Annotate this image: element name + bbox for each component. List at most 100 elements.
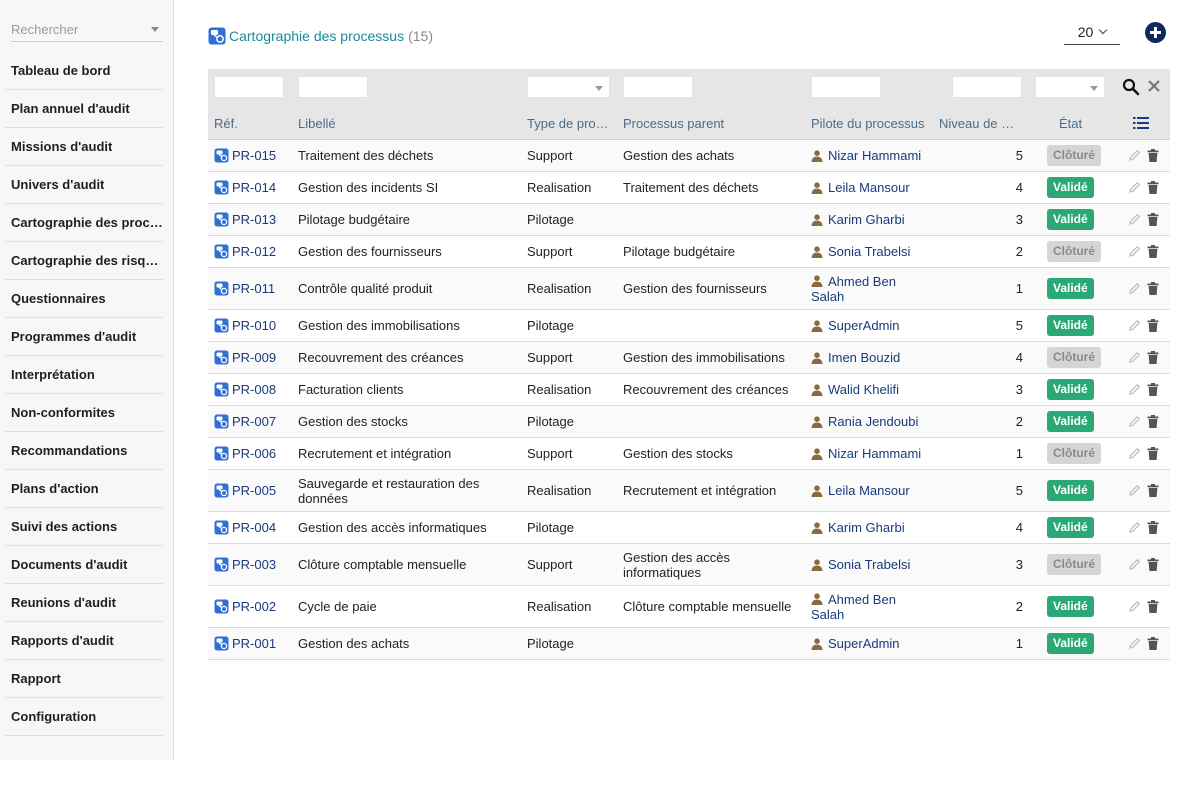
add-button[interactable]	[1145, 22, 1166, 43]
col-parent[interactable]: Processus parent	[623, 116, 773, 131]
pilote-link[interactable]: Leila Mansour	[828, 483, 910, 498]
trash-icon[interactable]	[1147, 484, 1159, 497]
table-row[interactable]: PR-001 Gestion des achats Pilotage SuperAdm…	[208, 628, 1170, 660]
sidebar-item[interactable]: Univers d'audit	[5, 166, 163, 204]
table-row[interactable]: PR-005 Sauvegarde et restauration des don…	[208, 470, 1170, 512]
trash-icon[interactable]	[1147, 282, 1159, 295]
filter-parent[interactable]	[623, 76, 693, 98]
ref-link[interactable]: PR-014	[232, 180, 276, 195]
col-pilote[interactable]: Pilote du processus	[811, 116, 931, 131]
ref-link[interactable]: PR-005	[232, 483, 276, 498]
pencil-icon[interactable]	[1128, 319, 1141, 332]
pilote-link[interactable]: Nizar Hammami	[828, 446, 921, 461]
pilote-link[interactable]: Walid Khelifi	[828, 382, 899, 397]
chevron-down-icon[interactable]	[151, 27, 159, 32]
filter-niveau[interactable]	[952, 76, 1022, 98]
trash-icon[interactable]	[1147, 521, 1159, 534]
pencil-icon[interactable]	[1128, 351, 1141, 364]
col-niveau[interactable]: Niveau de maturité	[939, 116, 1023, 131]
pencil-icon[interactable]	[1128, 637, 1141, 650]
pencil-icon[interactable]	[1128, 600, 1141, 613]
pencil-icon[interactable]	[1128, 383, 1141, 396]
table-row[interactable]: PR-003 Clôture comptable mensuelle Support…	[208, 544, 1170, 586]
sidebar-item[interactable]: Recommandations	[5, 432, 163, 470]
col-libelle[interactable]: Libellé	[298, 116, 498, 131]
trash-icon[interactable]	[1147, 319, 1159, 332]
sidebar-item[interactable]: Missions d'audit	[5, 128, 163, 166]
table-row[interactable]: PR-011 Contrôle qualité produit Realisatio…	[208, 268, 1170, 310]
search-icon[interactable]	[1122, 78, 1140, 96]
pilote-link[interactable]: Leila Mansour	[828, 180, 910, 195]
table-row[interactable]: PR-008 Facturation clients Realisation Reco…	[208, 374, 1170, 406]
table-row[interactable]: PR-013 Pilotage budgétaire Pilotage Karim G…	[208, 204, 1170, 236]
pencil-icon[interactable]	[1128, 149, 1141, 162]
ref-link[interactable]: PR-008	[232, 382, 276, 397]
pencil-icon[interactable]	[1128, 282, 1141, 295]
sidebar-item[interactable]: Rapports d'audit	[5, 622, 163, 660]
ref-link[interactable]: PR-006	[232, 446, 276, 461]
trash-icon[interactable]	[1147, 351, 1159, 364]
pencil-icon[interactable]	[1128, 415, 1141, 428]
pencil-icon[interactable]	[1128, 558, 1141, 571]
table-row[interactable]: PR-012 Gestion des fournisseurs Support Pil…	[208, 236, 1170, 268]
trash-icon[interactable]	[1147, 245, 1159, 258]
col-etat[interactable]: État	[1059, 116, 1099, 131]
filter-etat[interactable]	[1035, 76, 1105, 98]
filter-ref[interactable]	[214, 76, 284, 98]
trash-icon[interactable]	[1147, 637, 1159, 650]
pencil-icon[interactable]	[1128, 521, 1141, 534]
ref-link[interactable]: PR-015	[232, 148, 276, 163]
ref-link[interactable]: PR-013	[232, 212, 276, 227]
sidebar-item[interactable]: Tableau de bord	[5, 52, 163, 90]
sidebar-item[interactable]: Non-conformites	[5, 394, 163, 432]
trash-icon[interactable]	[1147, 447, 1159, 460]
sidebar-item[interactable]: Cartographie des risques	[5, 242, 163, 280]
col-ref[interactable]: Réf.	[214, 116, 274, 131]
pilote-link[interactable]: Sonia Trabelsi	[828, 244, 910, 259]
sidebar-item[interactable]: Cartographie des processus	[5, 204, 163, 242]
table-row[interactable]: PR-002 Cycle de paie Realisation Clôture co…	[208, 586, 1170, 628]
sidebar-item[interactable]: Configuration	[5, 698, 163, 736]
pilote-link[interactable]: Sonia Trabelsi	[828, 557, 910, 572]
trash-icon[interactable]	[1147, 383, 1159, 396]
sidebar-search[interactable]	[11, 18, 163, 42]
pilote-link[interactable]: SuperAdmin	[828, 318, 900, 333]
pencil-icon[interactable]	[1128, 484, 1141, 497]
sidebar-item[interactable]: Interprétation	[5, 356, 163, 394]
sidebar-item[interactable]: Questionnaires	[5, 280, 163, 318]
pencil-icon[interactable]	[1128, 181, 1141, 194]
sidebar-item[interactable]: Programmes d'audit	[5, 318, 163, 356]
table-row[interactable]: PR-009 Recouvrement des créances Support Ge…	[208, 342, 1170, 374]
sidebar-item[interactable]: Plan annuel d'audit	[5, 90, 163, 128]
trash-icon[interactable]	[1147, 181, 1159, 194]
table-row[interactable]: PR-007 Gestion des stocks Pilotage Rania Je…	[208, 406, 1170, 438]
trash-icon[interactable]	[1147, 600, 1159, 613]
ref-link[interactable]: PR-001	[232, 636, 276, 651]
list-columns-icon[interactable]	[1133, 116, 1149, 130]
table-row[interactable]: PR-014 Gestion des incidents SI Realisatio…	[208, 172, 1170, 204]
pilote-link[interactable]: Karim Gharbi	[828, 212, 905, 227]
search-input[interactable]	[11, 18, 163, 40]
pilote-link[interactable]: Ahmed Ben Salah	[811, 274, 906, 304]
pilote-link[interactable]: Karim Gharbi	[828, 520, 905, 535]
close-icon[interactable]	[1147, 79, 1161, 93]
ref-link[interactable]: PR-007	[232, 414, 276, 429]
trash-icon[interactable]	[1147, 415, 1159, 428]
trash-icon[interactable]	[1147, 558, 1159, 571]
col-type[interactable]: Type de processus	[527, 116, 611, 131]
pilote-link[interactable]: Nizar Hammami	[828, 148, 921, 163]
filter-libelle[interactable]	[298, 76, 368, 98]
table-row[interactable]: PR-015 Traitement des déchets Support Gesti…	[208, 140, 1170, 172]
ref-link[interactable]: PR-010	[232, 318, 276, 333]
pilote-link[interactable]: Ahmed Ben Salah	[811, 592, 906, 622]
ref-link[interactable]: PR-004	[232, 520, 276, 535]
ref-link[interactable]: PR-011	[232, 281, 275, 296]
table-row[interactable]: PR-006 Recrutement et intégration Support G…	[208, 438, 1170, 470]
sidebar-item[interactable]: Reunions d'audit	[5, 584, 163, 622]
pilote-link[interactable]: Imen Bouzid	[828, 350, 900, 365]
pilote-link[interactable]: Rania Jendoubi	[828, 414, 918, 429]
sidebar-item[interactable]: Rapport	[5, 660, 163, 698]
table-row[interactable]: PR-004 Gestion des accès informatiques Pil…	[208, 512, 1170, 544]
pencil-icon[interactable]	[1128, 245, 1141, 258]
pencil-icon[interactable]	[1128, 213, 1141, 226]
